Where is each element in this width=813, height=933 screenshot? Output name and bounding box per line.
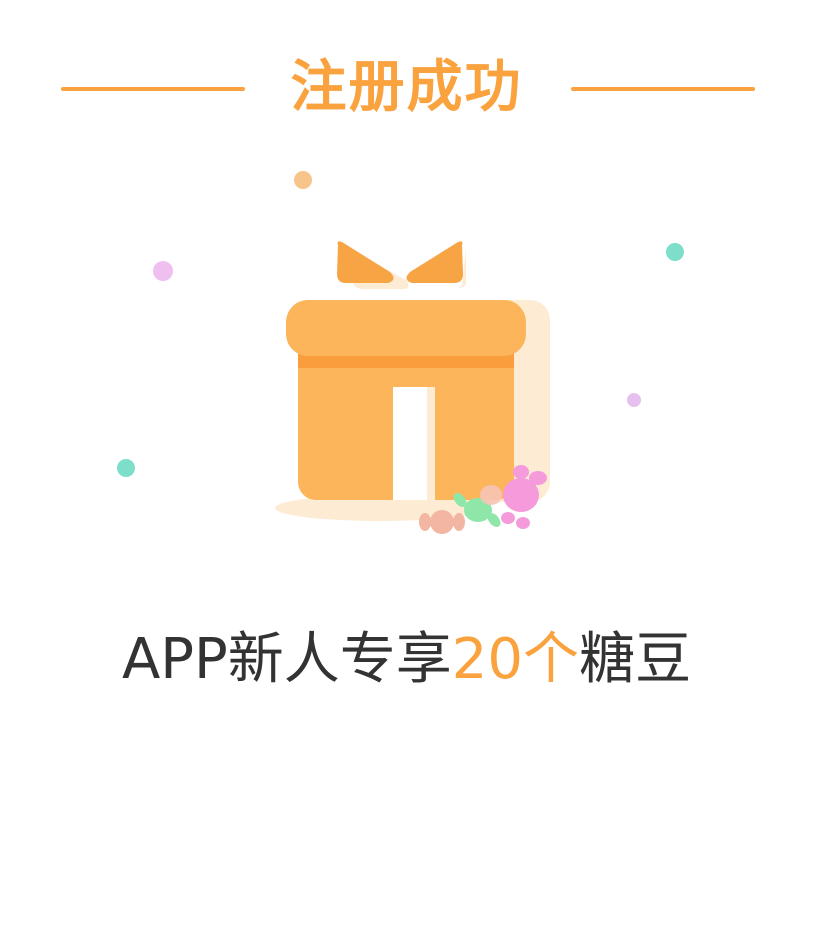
confetti-dot <box>666 243 684 261</box>
ribbon <box>393 387 427 500</box>
promo-prefix: APP新人专享 <box>121 627 452 692</box>
gift-box-icon <box>117 171 684 534</box>
promo-amount: 20个 <box>451 627 580 692</box>
success-header: 注册成功 <box>0 52 813 124</box>
confetti-dot <box>627 393 641 407</box>
promo-text: APP新人专享20个糖豆 <box>0 622 813 698</box>
gift-illustration <box>0 150 813 570</box>
header-divider-right <box>571 87 755 91</box>
bow-icon <box>337 241 466 289</box>
confetti-dot <box>294 171 312 189</box>
confetti-dot <box>117 459 135 477</box>
promo-suffix: 糖豆 <box>579 627 692 692</box>
confetti-dot <box>153 261 173 281</box>
gift-lid <box>286 300 526 356</box>
